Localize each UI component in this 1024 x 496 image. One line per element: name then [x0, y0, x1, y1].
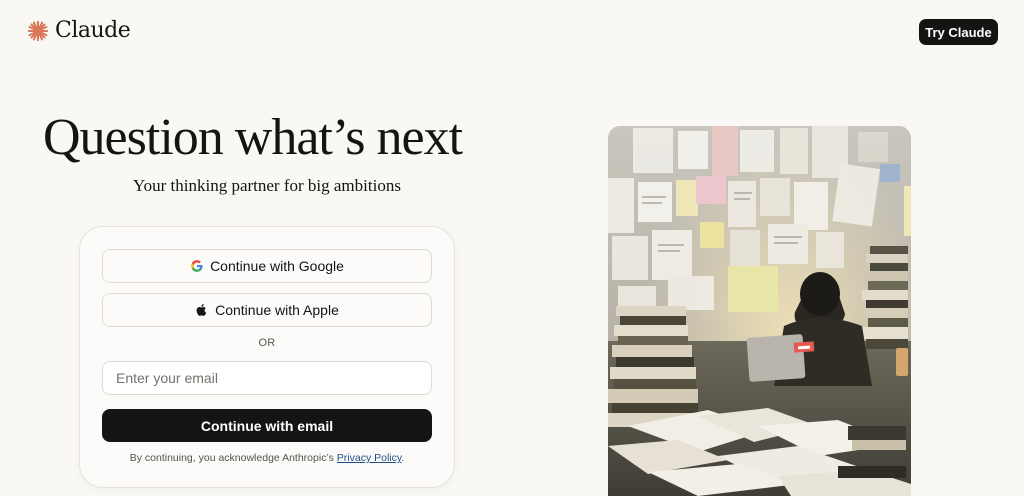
hero-photo	[608, 126, 911, 496]
page-subheadline: Your thinking partner for big ambitions	[133, 176, 401, 195]
login-card: Continue with Google Continue with Apple…	[79, 226, 455, 488]
apple-icon	[196, 304, 207, 316]
brand-name: Claude	[55, 18, 131, 43]
google-button-label: Continue with Google	[210, 258, 344, 274]
or-divider: OR	[258, 337, 276, 349]
page-headline: Question what’s next	[43, 109, 463, 166]
disclaimer-period: .	[401, 452, 405, 464]
disclaimer-text: By continuing, you acknowledge Anthropic…	[129, 452, 334, 464]
privacy-policy-link[interactable]: Privacy Policy	[337, 452, 402, 464]
apple-button-label: Continue with Apple	[215, 302, 339, 318]
continue-with-apple-button[interactable]: Continue with Apple	[102, 293, 432, 327]
continue-with-email-button[interactable]: Continue with email	[102, 409, 432, 442]
email-field[interactable]	[102, 361, 432, 395]
brand-logo[interactable]: Claude	[27, 18, 131, 43]
continue-with-google-button[interactable]: Continue with Google	[102, 249, 432, 283]
privacy-disclaimer: By continuing, you acknowledge Anthropic…	[80, 452, 454, 464]
try-claude-button[interactable]: Try Claude	[919, 19, 998, 45]
google-icon	[191, 260, 203, 272]
claude-logo-icon	[27, 20, 49, 41]
